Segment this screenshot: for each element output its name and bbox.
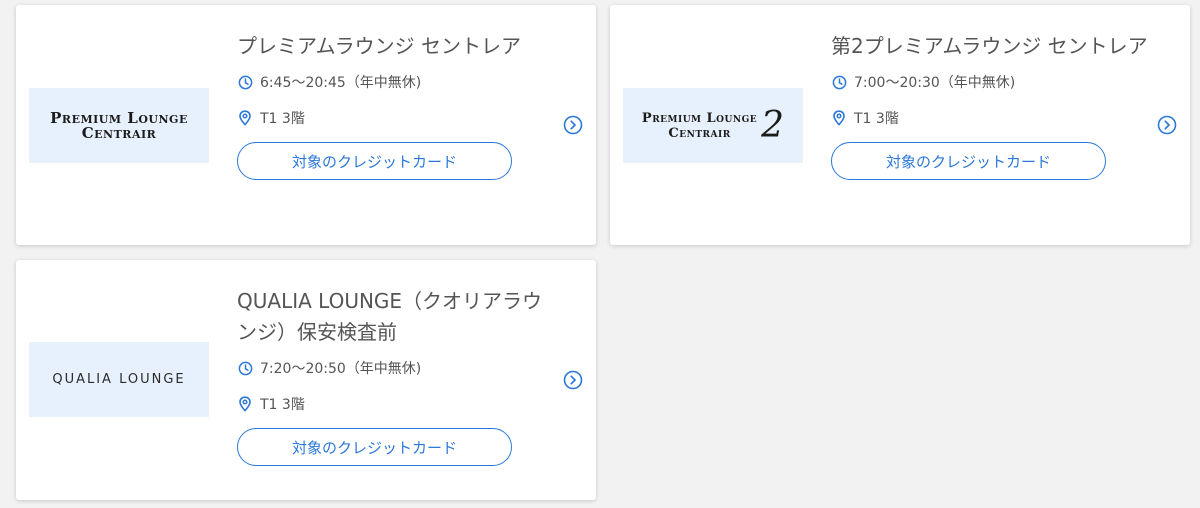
location-pin-icon	[237, 110, 253, 126]
logo-number: 2	[761, 104, 785, 146]
logo-line-2: Centrair	[668, 125, 731, 141]
location-text: T1 3階	[854, 111, 899, 127]
logo-wordmark: QUALIA LOUNGE	[52, 372, 186, 387]
lounge-logo: Premium Lounge Centrair 2	[623, 88, 803, 163]
lounge-card[interactable]: Premium Lounge Centrair プレミアムラウンジ セントレア …	[16, 5, 596, 245]
location-row: T1 3階	[237, 394, 557, 414]
clock-icon	[237, 360, 253, 376]
opening-hours: 7:20〜20:50（年中無休)	[260, 361, 422, 377]
hours-row: 7:00〜20:30（年中無休)	[831, 72, 1151, 92]
lounge-card[interactable]: Premium Lounge Centrair 2 第2プレミアムラウンジ セン…	[610, 5, 1190, 245]
chevron-right-circle-icon[interactable]	[1157, 115, 1177, 135]
hours-row: 6:45〜20:45（年中無休)	[237, 72, 557, 92]
opening-hours: 7:00〜20:30（年中無休)	[854, 75, 1016, 91]
opening-hours: 6:45〜20:45（年中無休)	[260, 75, 422, 91]
logo-wordmark: Premium Lounge Centrair 2	[641, 104, 785, 146]
eligible-credit-cards-button[interactable]: 対象のクレジットカード	[237, 428, 512, 466]
lounge-info: プレミアムラウンジ セントレア 6:45〜20:45（年中無休) T1 3階 対…	[237, 31, 557, 180]
lounge-card[interactable]: QUALIA LOUNGE QUALIA LOUNGE（クオリアラウンジ）保安検…	[16, 260, 596, 500]
lounge-info: 第2プレミアムラウンジ セントレア 7:00〜20:30（年中無休) T1 3階…	[831, 31, 1151, 180]
lounge-info: QUALIA LOUNGE（クオリアラウンジ）保安検査前 7:20〜20:50（…	[237, 286, 557, 466]
lounge-title[interactable]: 第2プレミアムラウンジ セントレア	[831, 31, 1151, 62]
chevron-right-circle-icon[interactable]	[563, 370, 583, 390]
lounge-card-grid: Premium Lounge Centrair プレミアムラウンジ セントレア …	[0, 0, 1200, 508]
lounge-logo: Premium Lounge Centrair	[29, 88, 209, 163]
hours-row: 7:20〜20:50（年中無休)	[237, 358, 557, 378]
logo-wordmark: Premium Lounge Centrair	[50, 110, 188, 142]
location-pin-icon	[237, 396, 253, 412]
logo-line-1: Premium Lounge	[641, 110, 758, 126]
chevron-right-circle-icon[interactable]	[563, 115, 583, 135]
location-pin-icon	[831, 110, 847, 126]
logo-line-2: Centrair	[81, 123, 157, 142]
clock-icon	[831, 74, 847, 90]
clock-icon	[237, 74, 253, 90]
lounge-logo: QUALIA LOUNGE	[29, 342, 209, 417]
eligible-credit-cards-button[interactable]: 対象のクレジットカード	[237, 142, 512, 180]
lounge-title[interactable]: プレミアムラウンジ セントレア	[237, 31, 557, 62]
lounge-title[interactable]: QUALIA LOUNGE（クオリアラウンジ）保安検査前	[237, 286, 557, 348]
location-row: T1 3階	[831, 108, 1151, 128]
location-row: T1 3階	[237, 108, 557, 128]
location-text: T1 3階	[260, 397, 305, 413]
location-text: T1 3階	[260, 111, 305, 127]
eligible-credit-cards-button[interactable]: 対象のクレジットカード	[831, 142, 1106, 180]
